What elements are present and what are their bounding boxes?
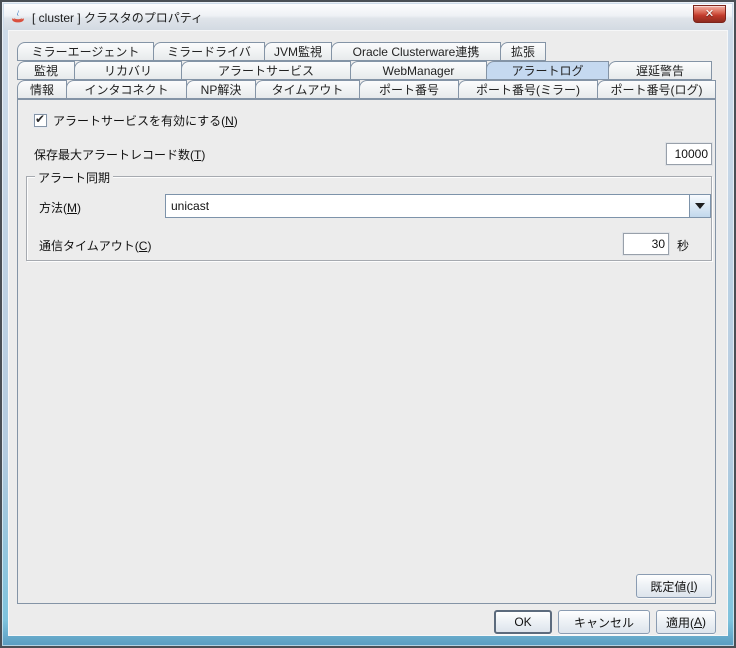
window-title: [ cluster ] クラスタのプロパティ [32, 9, 693, 26]
tab-row-3: 情報 インタコネクト NP解決 タイムアウト ポート番号 ポート番号(ミラー) … [17, 80, 715, 99]
combobox-dropdown-button[interactable] [689, 195, 710, 217]
comm-timeout-unit-label: 秒 [677, 237, 689, 254]
tab-info[interactable]: 情報 [17, 80, 67, 99]
max-records-label: 保存最大アラートレコード数(T) [34, 146, 205, 163]
tab-delay-warning[interactable]: 遅延警告 [608, 61, 712, 80]
method-combobox-value: unicast [166, 195, 689, 217]
enable-alert-service-label: アラートサービスを有効にする(N) [53, 112, 238, 129]
tab-interconnect[interactable]: インタコネクト [66, 80, 187, 99]
tab-extension[interactable]: 拡張 [500, 42, 546, 61]
cancel-button[interactable]: キャンセル [558, 610, 650, 634]
tab-alert-log[interactable]: アラートログ [486, 61, 609, 80]
tab-mirror-driver[interactable]: ミラードライバ [153, 42, 265, 61]
titlebar: [ cluster ] クラスタのプロパティ ✕ [4, 4, 732, 30]
tab-timeout[interactable]: タイムアウト [255, 80, 360, 99]
tab-webmanager[interactable]: WebManager [350, 61, 487, 80]
enable-alert-service-checkbox[interactable] [34, 114, 47, 127]
alert-sync-group: アラート同期 方法(M) unicast 通信タイムアウト(C) 30 秒 [26, 176, 712, 261]
tab-jvm-monitor[interactable]: JVM監視 [264, 42, 332, 61]
tab-np-resolution[interactable]: NP解決 [186, 80, 256, 99]
max-records-field[interactable]: 10000 [666, 143, 712, 165]
tab-row-1: ミラーエージェント ミラードライバ JVM監視 Oracle Clusterwa… [17, 42, 545, 61]
tab-mirror-agent[interactable]: ミラーエージェント [17, 42, 154, 61]
ok-button[interactable]: OK [494, 610, 552, 634]
method-combobox[interactable]: unicast [165, 194, 711, 218]
close-button[interactable]: ✕ [693, 5, 726, 23]
enable-alert-service-row: アラートサービスを有効にする(N) [34, 112, 238, 129]
cluster-properties-dialog: [ cluster ] クラスタのプロパティ ✕ ミラーエージェント ミラードラ… [0, 0, 736, 648]
tab-alert-service[interactable]: アラートサービス [181, 61, 351, 80]
tab-port-number[interactable]: ポート番号 [359, 80, 459, 99]
tab-recovery[interactable]: リカバリ [74, 61, 182, 80]
dialog-client-area: ミラーエージェント ミラードライバ JVM監視 Oracle Clusterwa… [8, 30, 728, 636]
alert-log-tab-panel: アラートサービスを有効にする(N) 保存最大アラートレコード数(T) 10000… [17, 99, 716, 604]
tab-oracle-clusterware[interactable]: Oracle Clusterware連携 [331, 42, 501, 61]
tab-monitor[interactable]: 監視 [17, 61, 75, 80]
tab-row-2: 監視 リカバリ アラートサービス WebManager アラートログ 遅延警告 [17, 61, 711, 80]
java-icon [10, 9, 26, 25]
tab-port-number-mirror[interactable]: ポート番号(ミラー) [458, 80, 598, 99]
alert-sync-group-title: アラート同期 [35, 169, 113, 186]
apply-button[interactable]: 適用(A) [656, 610, 716, 634]
comm-timeout-label: 通信タイムアウト(C) [39, 237, 151, 254]
method-label: 方法(M) [39, 199, 81, 216]
default-values-button[interactable]: 既定値(I) [636, 574, 712, 598]
comm-timeout-field[interactable]: 30 [623, 233, 669, 255]
chevron-down-icon [695, 203, 705, 209]
tab-port-number-log[interactable]: ポート番号(ログ) [597, 80, 716, 99]
